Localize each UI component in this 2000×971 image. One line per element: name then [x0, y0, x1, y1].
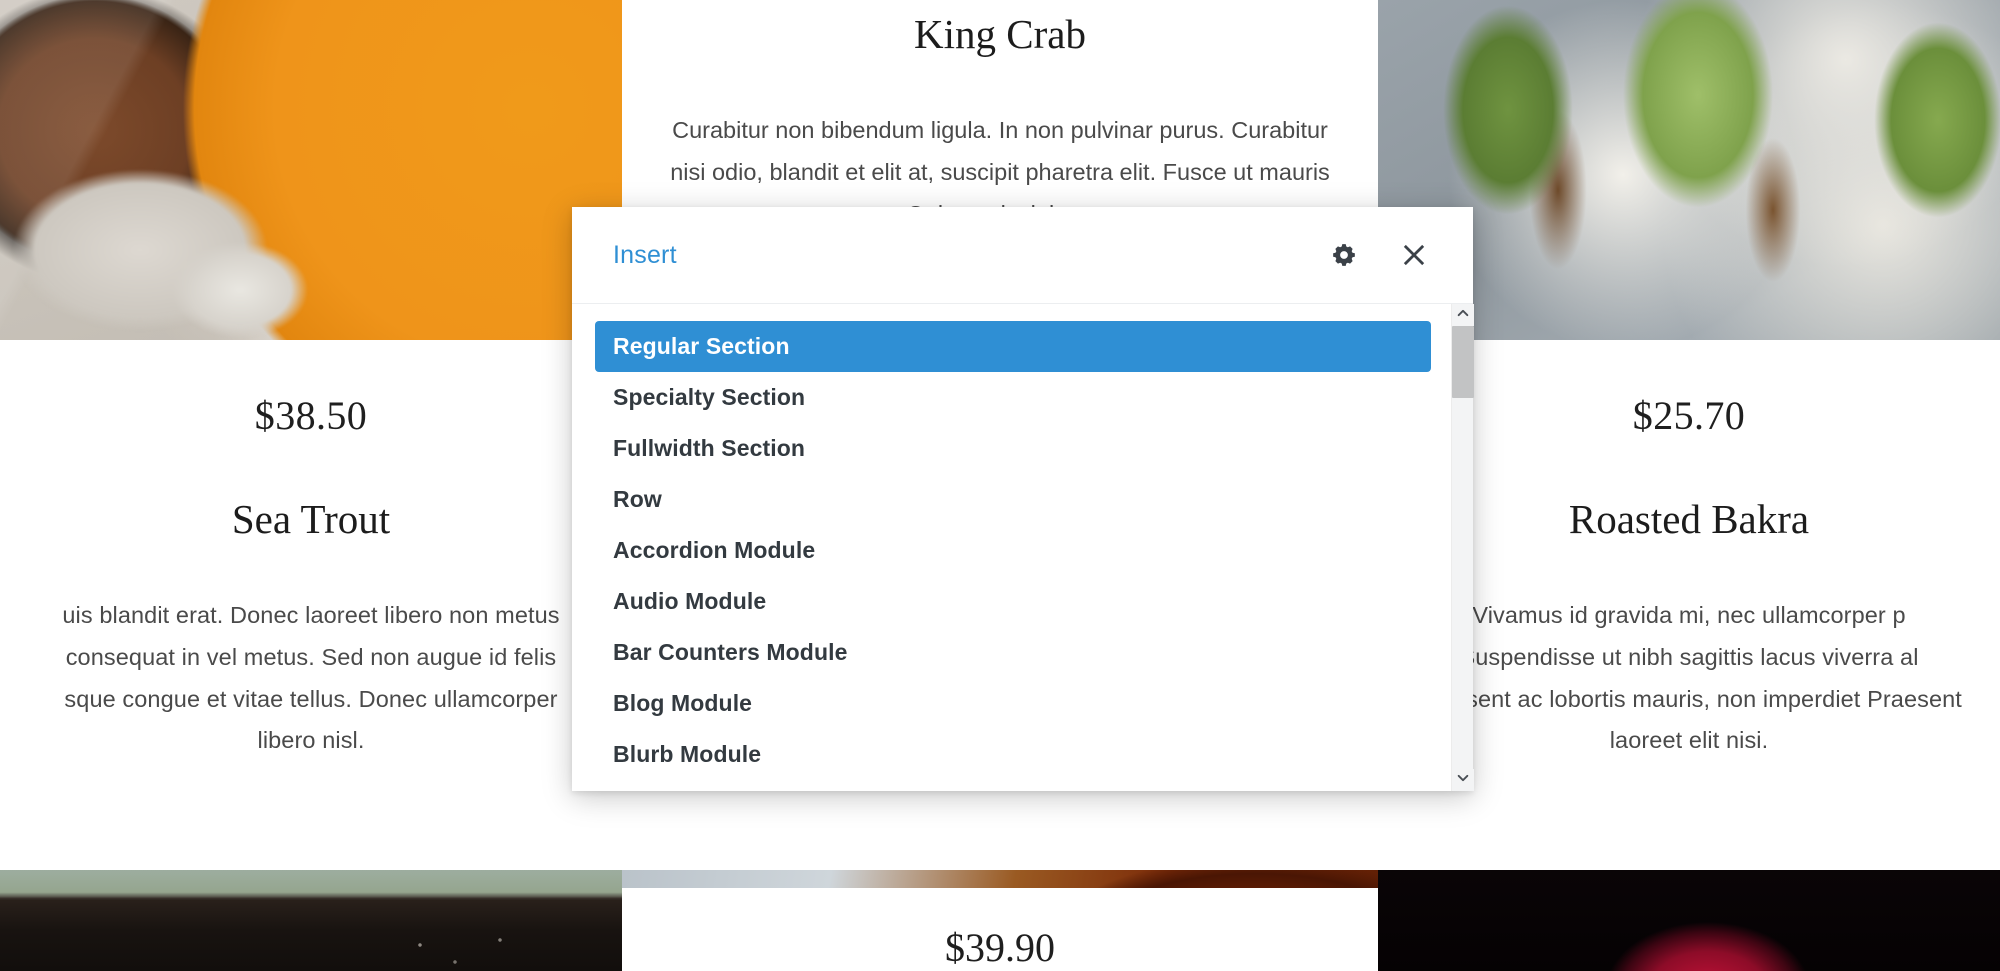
list-item-row[interactable]: Row [595, 474, 1431, 525]
modal-header: Insert [572, 207, 1473, 304]
list-item-blog-module[interactable]: Blog Module [595, 678, 1431, 729]
screen: King Crab Curabitur non bibendum ligula.… [0, 0, 2000, 971]
scrollbar-track[interactable] [1451, 326, 1474, 769]
list-item-specialty-section[interactable]: Specialty Section [595, 372, 1431, 423]
close-button[interactable] [1391, 232, 1437, 278]
list-scrollbar[interactable] [1451, 304, 1474, 791]
menu-card-king-crab-bottom: $39.90 [622, 870, 1378, 971]
close-icon [1400, 241, 1428, 269]
price-sea-trout: $38.50 [254, 393, 368, 438]
scrollbar-up-button[interactable] [1451, 304, 1474, 326]
insert-modal: Insert Regular Section Specialty Section… [572, 207, 1474, 791]
chevron-down-icon [1456, 771, 1470, 790]
list-item-blurb-module[interactable]: Blurb Module [595, 729, 1431, 780]
list-item-regular-section[interactable]: Regular Section [595, 321, 1431, 372]
scrollbar-thumb[interactable] [1451, 326, 1474, 398]
list-item-label: Specialty Section [613, 384, 806, 410]
dish-description-sea-trout: uis blandit erat. Donec laoreet libero n… [62, 602, 560, 754]
dish-description-roasted-bakra: Vivamus id gravida mi, nec ullamcorper p… [1416, 602, 1962, 754]
list-item-label: Blog Module [613, 690, 753, 716]
list-item-label: Audio Module [613, 588, 767, 614]
settings-button[interactable] [1321, 232, 1367, 278]
list-item-label: Accordion Module [613, 537, 816, 563]
scrollbar-down-button[interactable] [1451, 769, 1474, 791]
chocolate-tart-orange-knife-photo [0, 0, 622, 340]
list-item-label: Bar Counters Module [613, 639, 848, 665]
photo-cell-bottom-right [1378, 870, 2000, 971]
dark-red-berry-photo [1378, 870, 2000, 971]
list-item-label: Regular Section [613, 333, 790, 359]
list-item-accordion-module[interactable]: Accordion Module [595, 525, 1431, 576]
list-item-label: Blurb Module [613, 741, 762, 767]
dark-pan-on-green-board-photo [0, 870, 622, 971]
list-item-audio-module[interactable]: Audio Module [595, 576, 1431, 627]
menu-card-sea-trout: $38.50 Sea Trout uis blandit erat. Donec… [0, 340, 622, 870]
list-item-bar-counters-module[interactable]: Bar Counters Module [595, 627, 1431, 678]
photo-cell-bottom-left [0, 870, 622, 971]
dish-title-sea-trout: Sea Trout [231, 496, 391, 542]
list-item-label: Fullwidth Section [613, 435, 806, 461]
list-item-fullwidth-section[interactable]: Fullwidth Section [595, 423, 1431, 474]
chevron-up-icon [1456, 306, 1470, 325]
list-item-label: Row [613, 486, 662, 512]
price-roasted-bakra: $25.70 [1632, 393, 1746, 438]
price-king-crab: $39.90 [945, 925, 1055, 970]
insert-options-list: Regular Section Specialty Section Fullwi… [572, 304, 1451, 791]
dish-title-king-crab: King Crab [914, 11, 1086, 57]
photo-cell-top-left [0, 0, 622, 340]
dish-title-roasted-bakra: Roasted Bakra [1568, 496, 1810, 542]
gear-icon [1331, 242, 1357, 268]
modal-title: Insert [613, 240, 677, 269]
king-crab-on-ice-photo [622, 870, 1378, 888]
modal-body: Regular Section Specialty Section Fullwi… [572, 304, 1474, 791]
